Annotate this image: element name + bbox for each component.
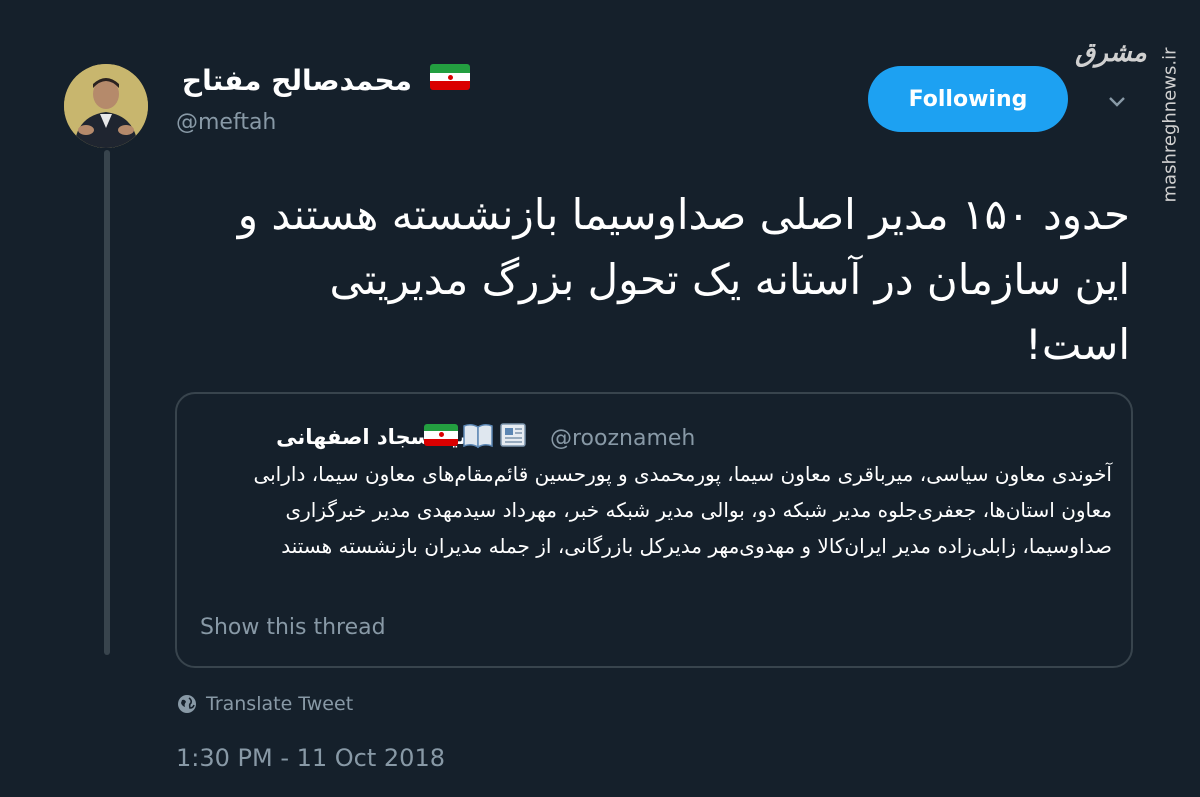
iran-flag-icon	[430, 64, 470, 90]
tweet-text: حدود ۱۵۰ مدیر اصلی صداوسیما بازنشسته هست…	[237, 190, 1130, 369]
tweet-timestamp[interactable]: 1:30 PM - 11 Oct 2018	[176, 744, 445, 772]
following-button[interactable]: Following	[868, 66, 1068, 132]
quoted-tweet-text: آخوندی معاون سیاسی، میرباقری معاون سیما،…	[253, 462, 1112, 558]
thread-connector-line	[104, 150, 110, 655]
author-name[interactable]: محمدصالح مفتاح	[182, 64, 412, 97]
watermark-url-text: mashreghnews.ir	[1159, 47, 1181, 203]
chevron-down-icon[interactable]	[1106, 90, 1128, 112]
globe-icon	[178, 695, 196, 713]
newspaper-icon	[498, 420, 528, 450]
book-icon	[462, 420, 494, 450]
translate-tweet-button[interactable]: Translate Tweet	[176, 690, 353, 718]
avatar[interactable]	[64, 64, 148, 148]
show-thread-link[interactable]: Show this thread	[200, 615, 386, 640]
iran-flag-icon	[424, 424, 458, 446]
watermark-logo: مشرق	[1075, 38, 1147, 68]
translate-tweet-label: Translate Tweet	[206, 693, 354, 715]
author-handle[interactable]: @meftah	[176, 110, 276, 135]
quoted-author-handle: @rooznameh	[550, 426, 696, 451]
watermark-url: mashreghnews.ir	[1159, 30, 1181, 220]
